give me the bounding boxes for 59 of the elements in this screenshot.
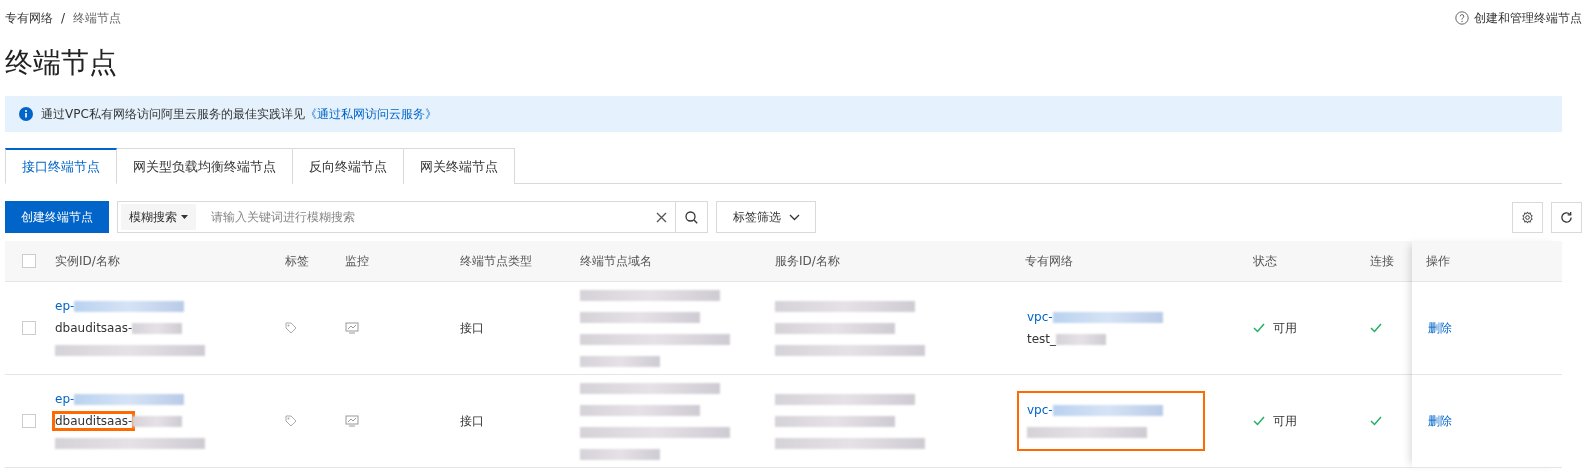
close-icon <box>655 211 667 223</box>
table-cell-text: 接口 <box>460 412 485 430</box>
tab[interactable]: 网关型负载均衡终端节点 <box>117 148 293 184</box>
refresh-button[interactable] <box>1551 201 1582 233</box>
monitor-icon <box>345 415 359 427</box>
id-link[interactable]: ep- <box>55 392 75 406</box>
refresh-icon <box>1560 210 1573 224</box>
column-header: 专有网络 <box>1025 252 1074 270</box>
tab[interactable]: 反向终端节点 <box>293 148 404 184</box>
column-header: 状态 <box>1253 252 1278 270</box>
breadcrumb-separator: / <box>61 11 66 25</box>
name-text: dbauditsaas- <box>55 414 133 428</box>
settings-icon <box>1521 210 1534 224</box>
tag-icon <box>285 415 297 427</box>
name-text: dbauditsaas- <box>55 321 133 335</box>
tab[interactable]: 接口终端节点 <box>5 148 117 184</box>
delete-link[interactable]: 删除 <box>1428 412 1452 430</box>
breadcrumb-item[interactable]: 专有网络 <box>5 9 53 27</box>
help-icon <box>1455 11 1469 25</box>
check-icon <box>1253 416 1265 426</box>
column-header: 操作 <box>1426 252 1450 270</box>
column-header: 终端节点域名 <box>580 252 653 270</box>
id-link[interactable]: vpc- <box>1027 310 1053 324</box>
guide-link[interactable]: 《通过私网访问云服务》 <box>304 106 437 121</box>
row-checkbox[interactable] <box>22 321 36 335</box>
column-header: 连接 <box>1370 252 1395 270</box>
monitor-icon <box>345 322 359 334</box>
status-text: 可用 <box>1273 412 1297 430</box>
chevron-down-icon <box>788 213 800 221</box>
delete-link[interactable]: 删除 <box>1428 319 1452 337</box>
search-field[interactable]: 模糊搜索 请输入关键词进行模糊搜索 <box>117 201 708 233</box>
help-link[interactable]: 创建和管理终端节点 <box>1455 9 1582 27</box>
column-header: 终端节点类型 <box>460 252 533 270</box>
check-icon <box>1370 323 1382 333</box>
column-header: 实例ID/名称 <box>55 252 121 270</box>
check-icon <box>1253 323 1265 333</box>
name-text: test_ <box>1027 332 1057 346</box>
tag-icon <box>285 322 297 334</box>
id-link[interactable]: ep- <box>55 299 75 313</box>
page-title: 终端节点 <box>5 45 118 81</box>
tab[interactable]: 网关终端节点 <box>404 148 515 184</box>
column-header: 监控 <box>345 252 370 270</box>
table-cell-text: 接口 <box>460 319 485 337</box>
check-icon <box>1370 416 1382 426</box>
info-text: 通过VPC私有网络访问阿里云服务的最佳实践详见《通过私网访问云服务》 <box>41 105 437 123</box>
row-checkbox[interactable] <box>22 414 36 428</box>
search-icon <box>685 210 698 224</box>
column-header: 标签 <box>285 252 310 270</box>
create-button[interactable]: 创建终端节点 <box>5 201 109 233</box>
column-header: 服务ID/名称 <box>775 252 841 270</box>
id-link[interactable]: vpc- <box>1027 403 1053 417</box>
status-text: 可用 <box>1273 319 1297 337</box>
info-icon <box>19 107 33 121</box>
caret-icon <box>181 215 188 219</box>
settings-button[interactable] <box>1512 201 1543 233</box>
tag-filter-button[interactable]: 标签筛选 <box>716 201 816 233</box>
select-all-checkbox[interactable] <box>22 254 36 268</box>
search-mode-dropdown[interactable]: 模糊搜索 <box>121 204 196 230</box>
breadcrumb-item[interactable]: 终端节点 <box>73 9 122 27</box>
